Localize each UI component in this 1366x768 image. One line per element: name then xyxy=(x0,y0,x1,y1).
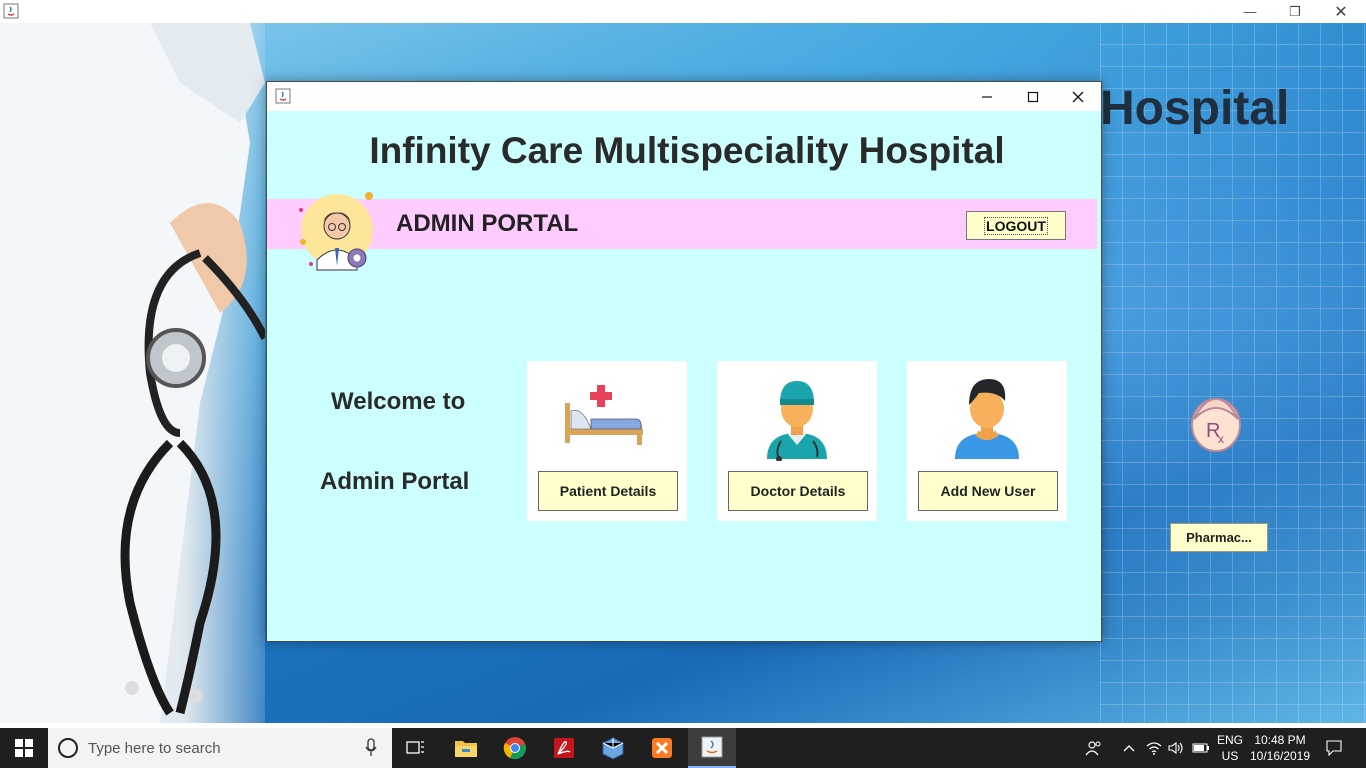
chevron-up-icon[interactable] xyxy=(1118,728,1140,768)
background-title: Hospital xyxy=(1100,82,1290,135)
doctor-card: Doctor Details xyxy=(717,361,877,521)
clock-date: 10/16/2019 xyxy=(1249,749,1311,763)
chrome-icon[interactable] xyxy=(491,728,539,768)
taskbar: Type here to search ENG US 10:48 PM 10/1… xyxy=(0,728,1366,768)
welcome-text: Welcome to xyxy=(331,388,466,415)
wifi-icon[interactable] xyxy=(1143,728,1165,768)
close-icon[interactable]: ✕ xyxy=(1318,0,1364,23)
language-code: ENG xyxy=(1216,733,1243,747)
close-icon[interactable] xyxy=(1055,82,1101,111)
taskbar-search[interactable]: Type here to search xyxy=(48,728,392,768)
hospital-title: Infinity Care Multispeciality Hospital xyxy=(369,130,1005,171)
pharmacy-button[interactable]: Pharmac... xyxy=(1170,523,1268,552)
cortana-icon xyxy=(58,738,78,758)
welcome-subtext: Admin Portal xyxy=(320,468,470,495)
microphone-icon[interactable] xyxy=(364,738,378,758)
restore-icon[interactable]: ❐ xyxy=(1272,0,1318,23)
add-user-button[interactable]: Add New User xyxy=(918,471,1058,511)
patient-details-button[interactable]: Patient Details xyxy=(538,471,678,511)
logout-label: LOGOUT xyxy=(984,216,1048,235)
stethoscope-icon xyxy=(0,23,269,723)
notifications-icon[interactable] xyxy=(1320,728,1348,768)
portal-label: ADMIN PORTAL xyxy=(396,210,579,237)
task-view-icon[interactable] xyxy=(392,728,440,768)
clock-time: 10:48 PM xyxy=(1254,733,1306,747)
pharmacist-icon: R x xyxy=(1191,397,1241,452)
search-placeholder: Type here to search xyxy=(88,740,221,757)
acrobat-icon[interactable] xyxy=(540,728,588,768)
doctor-details-button[interactable]: Doctor Details xyxy=(728,471,868,511)
language-indicator[interactable]: ENG US xyxy=(1214,732,1246,764)
logout-button[interactable]: LOGOUT xyxy=(966,211,1066,240)
java-icon[interactable] xyxy=(688,728,736,768)
hospital-bed-icon xyxy=(565,385,643,445)
admin-avatar-icon xyxy=(299,192,373,271)
people-icon[interactable] xyxy=(1080,728,1108,768)
minimize-icon[interactable]: — xyxy=(1227,0,1273,23)
file-explorer-icon[interactable] xyxy=(442,728,490,768)
xampp-icon[interactable] xyxy=(638,728,686,768)
virtualbox-icon[interactable] xyxy=(589,728,637,768)
java-app-icon xyxy=(3,3,19,19)
user-icon xyxy=(955,379,1019,459)
background-titlebar: — ❐ ✕ xyxy=(0,0,1366,23)
battery-icon[interactable] xyxy=(1189,728,1213,768)
minimize-icon[interactable] xyxy=(964,82,1010,111)
volume-icon[interactable] xyxy=(1165,728,1187,768)
clock[interactable]: 10:48 PM 10/16/2019 xyxy=(1246,732,1314,764)
user-card: Add New User xyxy=(907,361,1067,521)
svg-text:x: x xyxy=(1218,432,1224,446)
window-titlebar xyxy=(267,82,1101,111)
doctor-image xyxy=(0,23,269,723)
region-code: US xyxy=(1221,749,1239,763)
doctor-icon xyxy=(767,381,827,461)
patient-card: Patient Details xyxy=(527,361,687,521)
java-app-icon xyxy=(275,88,291,104)
admin-window: Infinity Care Multispeciality Hospital A… xyxy=(266,81,1102,642)
maximize-icon[interactable] xyxy=(1010,82,1056,111)
windows-start-icon[interactable] xyxy=(0,728,48,768)
